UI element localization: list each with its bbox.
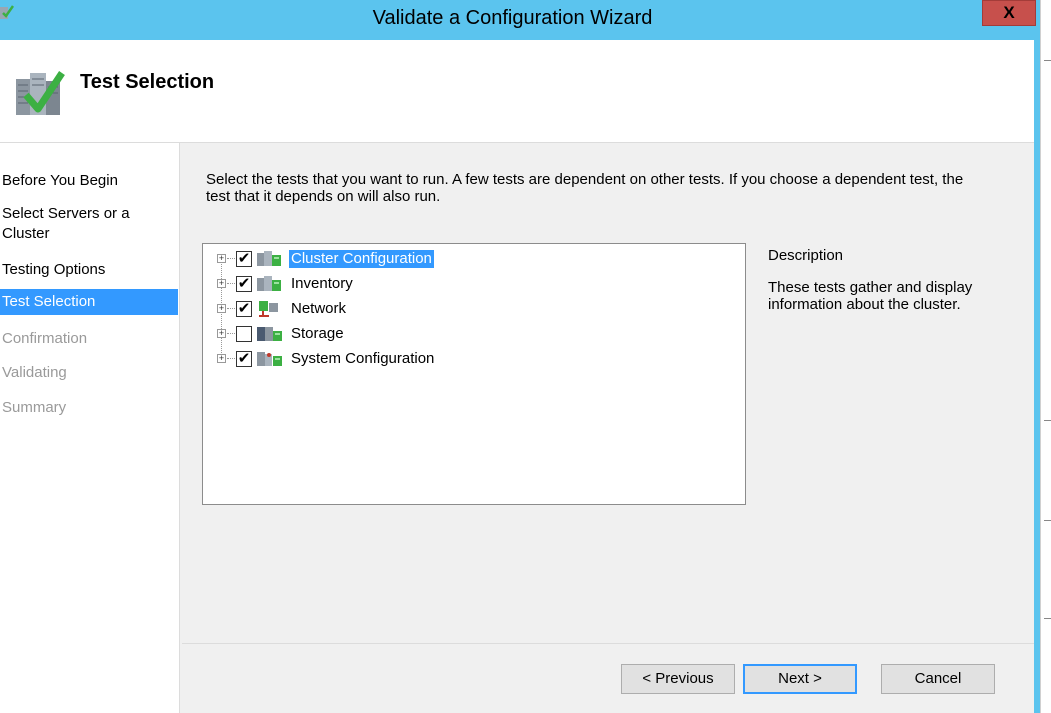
window-title: Validate a Configuration Wizard [372, 7, 653, 29]
step-confirmation: Confirmation [0, 329, 178, 349]
storage-test-icon [257, 327, 282, 341]
step-label: Testing Options [2, 261, 106, 278]
footer-divider [182, 643, 1034, 644]
tree-connector [227, 333, 235, 334]
expand-icon[interactable]: + [217, 304, 226, 313]
tree-connector [227, 308, 235, 309]
step-label: Confirmation [2, 330, 88, 347]
wizard-header: Test Selection [0, 40, 1034, 143]
system-config-test-icon [257, 352, 282, 366]
wizard-window: Validate a Configuration Wizard X Test S… [0, 0, 1051, 713]
cancel-button[interactable]: Cancel [881, 664, 995, 694]
step-label: Select Servers or a Cluster [2, 205, 130, 242]
tree-item-label: Cluster Configuration [289, 250, 434, 268]
title-bar[interactable]: Validate a Configuration Wizard X [0, 0, 1051, 40]
desktop-tick [1044, 520, 1051, 521]
step-test-selection[interactable]: Test Selection [0, 289, 178, 315]
next-button[interactable]: Next > [743, 664, 857, 694]
checkbox[interactable]: ✔ [236, 351, 252, 367]
step-before-you-begin[interactable]: Before You Begin [0, 171, 178, 191]
tree-item-network[interactable]: + ✔ Network [203, 299, 743, 321]
checkbox[interactable]: ✔ [236, 301, 252, 317]
tree-item-cluster-configuration[interactable]: + ✔ Cluster Configuration [203, 249, 743, 271]
description-heading: Description [768, 247, 844, 264]
step-label: Validating [2, 364, 67, 381]
checkbox[interactable]: ✔ [236, 251, 252, 267]
tree-item-label: System Configuration [291, 350, 435, 367]
tree-item-label: Network [291, 300, 347, 317]
wizard-steps-sidebar: Before You Begin Select Servers or a Clu… [0, 143, 180, 713]
expand-icon[interactable]: + [217, 354, 226, 363]
step-label: Before You Begin [2, 172, 118, 189]
inventory-test-icon [257, 276, 281, 291]
cluster-validate-icon [16, 71, 65, 115]
step-testing-options[interactable]: Testing Options [0, 260, 178, 280]
checkbox[interactable] [236, 326, 252, 342]
tree-item-label: Storage [291, 325, 344, 342]
expand-icon[interactable]: + [217, 279, 226, 288]
tree-connector [227, 258, 235, 259]
cluster-test-icon [257, 251, 281, 266]
expand-icon[interactable]: + [217, 254, 226, 263]
test-tree[interactable]: + ✔ Cluster Configuration + ✔ Inventory [202, 243, 746, 505]
close-button[interactable]: X [982, 0, 1036, 26]
tree-item-label: Inventory [291, 275, 353, 292]
tree-connector [227, 358, 235, 359]
expand-icon[interactable]: + [217, 329, 226, 338]
wizard-main: Select the tests that you want to run. A… [182, 143, 1034, 713]
tree-item-storage[interactable]: + Storage [203, 324, 743, 346]
checkbox[interactable]: ✔ [236, 276, 252, 292]
step-select-servers[interactable]: Select Servers or a Cluster [0, 204, 178, 244]
step-validating: Validating [0, 363, 178, 383]
network-test-icon [259, 301, 278, 317]
desktop-tick [1044, 420, 1051, 421]
description-text: These tests gather and display informati… [768, 279, 973, 313]
instructions-text: Select the tests that you want to run. A… [206, 171, 964, 205]
previous-button[interactable]: < Previous [621, 664, 735, 694]
step-label: Test Selection [2, 293, 96, 310]
tree-item-system-configuration[interactable]: + ✔ System Configuration [203, 349, 743, 371]
step-label: Summary [2, 399, 67, 416]
tree-connector [227, 283, 235, 284]
page-title: Test Selection [80, 71, 215, 93]
desktop-tick [1044, 618, 1051, 619]
desktop-background [1040, 0, 1051, 713]
tree-item-inventory[interactable]: + ✔ Inventory [203, 274, 743, 296]
step-summary: Summary [0, 398, 178, 418]
desktop-tick [1044, 60, 1051, 61]
